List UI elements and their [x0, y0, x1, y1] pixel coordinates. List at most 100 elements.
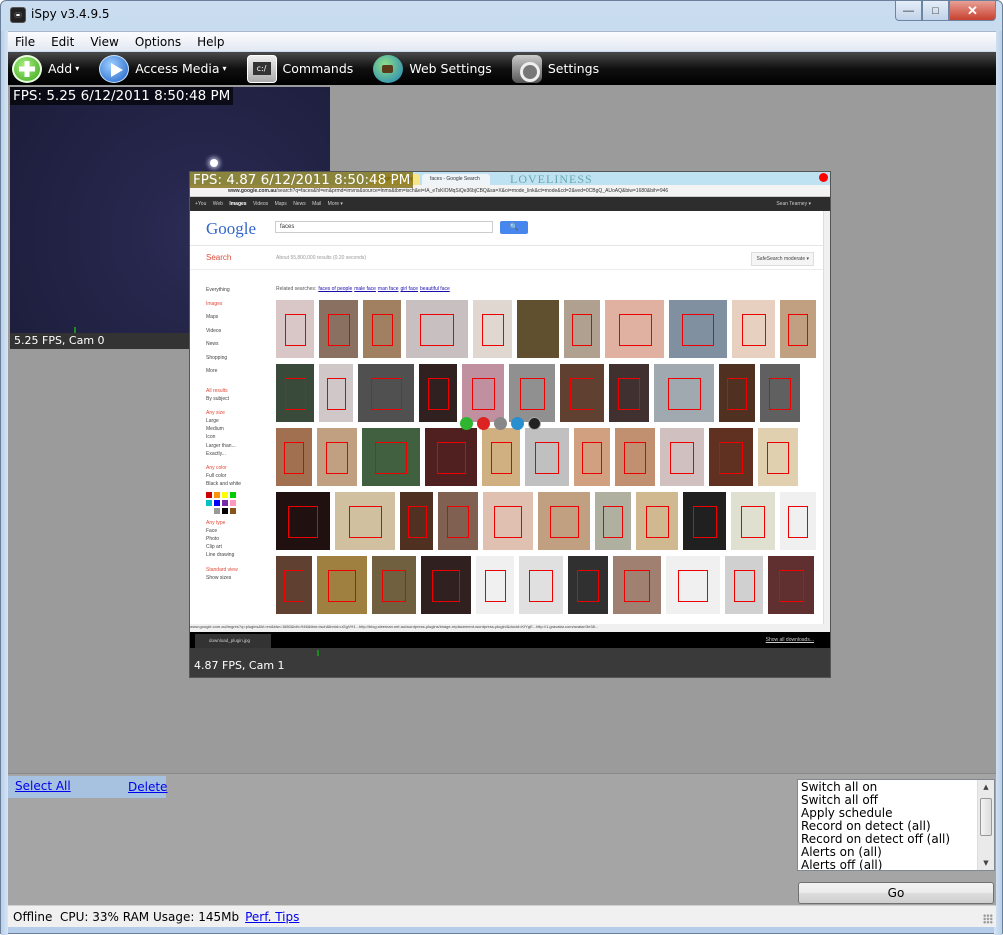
face-detection-box: [570, 378, 594, 410]
scroll-thumb[interactable]: [980, 798, 992, 836]
show-all-downloads: Show all downloads...: [765, 637, 814, 643]
stop-icon[interactable]: [477, 417, 490, 430]
image-thumbnail: [483, 492, 534, 550]
settings-button[interactable]: Settings: [511, 54, 600, 83]
commands-scrollbar[interactable]: ▲ ▼: [977, 780, 994, 870]
scroll-down-icon[interactable]: ▼: [978, 856, 994, 870]
google-header: Google faces 🔍: [190, 211, 830, 246]
left-nav-item: More: [206, 368, 218, 374]
face-detection-box: [779, 570, 804, 602]
face-detection-box: [741, 314, 766, 346]
face-detection-box: [472, 378, 495, 410]
motion-level-indicator: [74, 327, 76, 333]
maximize-button[interactable]: □: [922, 1, 949, 21]
result-count: About 55,800,000 results (0.20 seconds): [276, 255, 367, 261]
face-detection-box: [348, 506, 382, 538]
face-detection-box: [485, 570, 506, 602]
menu-help[interactable]: Help: [197, 35, 224, 49]
left-nav-item: By subject: [206, 395, 230, 402]
commands-listbox[interactable]: ▲ ▼ Switch all on Switch all off Apply sch…: [797, 779, 995, 871]
color-swatches: [206, 491, 266, 514]
nav-web: Web: [212, 201, 223, 207]
color-swatch: [230, 507, 236, 514]
chevron-down-icon: ▾: [222, 64, 227, 73]
menu-view[interactable]: View: [90, 35, 118, 49]
face-detection-box: [327, 378, 346, 410]
record-icon[interactable]: [460, 417, 473, 430]
image-thumbnail: [594, 492, 631, 550]
nav-news: News: [293, 201, 306, 207]
face-detection-box: [284, 442, 304, 474]
access-media-button[interactable]: Access Media ▾: [99, 54, 227, 83]
image-thumbnail: [276, 556, 312, 614]
left-nav-item: Images: [206, 300, 223, 307]
commands-button[interactable]: Commands: [246, 54, 353, 83]
image-row: [276, 364, 816, 422]
face-detection-box: [734, 570, 755, 602]
related-search-link: girl face: [400, 286, 419, 292]
face-detection-box: [624, 442, 646, 474]
command-option[interactable]: Alerts off (all): [801, 859, 991, 871]
face-detection-box: [326, 442, 348, 474]
face-detection-box: [520, 378, 545, 410]
google-search-box: faces: [275, 221, 493, 233]
menu-options[interactable]: Options: [135, 35, 181, 49]
image-thumbnail: [276, 428, 312, 486]
image-thumbnail: [334, 492, 395, 550]
image-thumbnail: [372, 556, 416, 614]
scroll-up-icon[interactable]: ▲: [978, 780, 994, 794]
minimize-button[interactable]: —: [895, 1, 922, 21]
play-icon: [99, 54, 130, 83]
perf-tips-link[interactable]: Perf. Tips: [245, 910, 299, 924]
menu-edit[interactable]: Edit: [51, 35, 74, 49]
color-swatch: [222, 507, 228, 514]
face-detection-box: [371, 378, 402, 410]
light-spot: [210, 159, 218, 167]
url-domain: www.google.com.au: [228, 188, 277, 194]
image-row: [276, 556, 816, 614]
image-thumbnail: [276, 364, 314, 422]
filter-group-type: Any type Face Photo Clip art Line drawing: [206, 520, 266, 561]
image-thumbnail: [660, 428, 704, 486]
filter-group-color: Any color Full color Black and white: [206, 465, 266, 514]
browser-status-url: www.google.com.au/imgres?q=plugins&hl=en…: [190, 624, 830, 632]
color-swatch: [206, 491, 212, 498]
close-button[interactable]: ✕: [949, 1, 996, 21]
image-thumbnail: [568, 556, 608, 614]
left-nav-item: Any color: [206, 465, 227, 471]
image-thumbnail: [525, 428, 569, 486]
left-nav-item: Everything: [206, 287, 230, 293]
image-thumbnail: [358, 364, 414, 422]
web-settings-button[interactable]: Web Settings: [373, 54, 492, 83]
related-label: Related searches:: [276, 286, 317, 292]
add-label: Add: [48, 61, 73, 76]
face-detection-box: [618, 314, 652, 346]
settings-label: Settings: [547, 61, 600, 76]
camera-overlay-controls: [460, 417, 541, 430]
camera-0-fps-overlay: FPS: 5.25 6/12/2011 8:50:48 PM: [10, 87, 234, 105]
left-nav-item: Photo: [206, 535, 220, 542]
resize-grip[interactable]: [983, 914, 993, 924]
color-swatch: [214, 507, 220, 514]
menu-file[interactable]: File: [15, 35, 35, 49]
image-thumbnail: [615, 428, 655, 486]
face-detection-box: [582, 442, 602, 474]
window-title: iSpy v3.4.9.5: [31, 7, 110, 21]
web-view-icon[interactable]: [511, 417, 524, 430]
face-detection-box: [577, 570, 599, 602]
snapshot-icon[interactable]: [528, 417, 541, 430]
filter-group-view: Standard view Show sizes: [206, 567, 266, 583]
add-button[interactable]: Add ▾: [12, 54, 79, 83]
safesearch-dropdown: SafeSearch moderate ▾: [751, 252, 814, 266]
face-detection-box: [769, 378, 791, 410]
go-button[interactable]: Go: [798, 882, 994, 904]
left-nav-item: Any type: [206, 519, 226, 526]
face-detection-box: [529, 570, 553, 602]
camera-workspace[interactable]: FPS: 5.25 6/12/2011 8:50:48 PM 5.25 FPS,…: [8, 85, 996, 773]
select-all-link[interactable]: Select All: [15, 779, 71, 793]
delete-link[interactable]: Delete: [128, 780, 167, 794]
image-thumbnail: [419, 364, 457, 422]
camera-1-panel[interactable]: Plugins for iSpy faces - Google Search L…: [189, 171, 831, 678]
camera-settings-icon[interactable]: [494, 417, 507, 430]
title-bar[interactable]: iSpy v3.4.9.5 — □ ✕: [1, 1, 1002, 31]
